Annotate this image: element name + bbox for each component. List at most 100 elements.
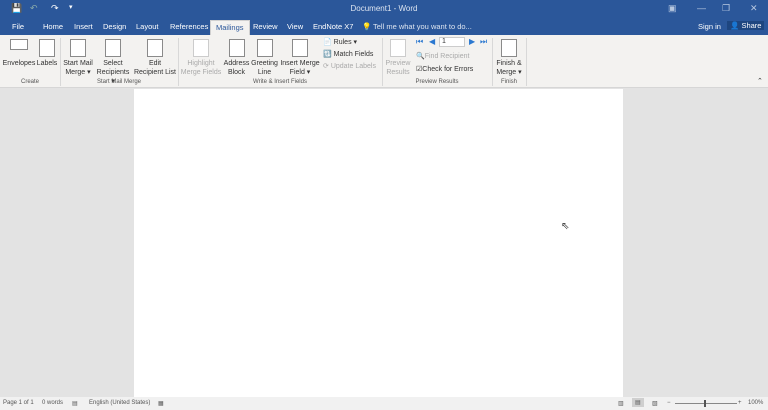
person-icon: 👤 bbox=[730, 21, 740, 30]
labels-icon bbox=[39, 39, 55, 57]
merge-field-icon bbox=[292, 39, 308, 57]
ribbon-display-icon[interactable]: ▣ bbox=[668, 3, 677, 14]
start-mail-merge-button[interactable]: Start Mail Merge ▾ bbox=[62, 39, 94, 77]
window-title: Document1 - Word bbox=[350, 4, 418, 13]
label: Merge ▾ bbox=[496, 69, 522, 76]
finish-merge-button[interactable]: Finish & Merge ▾ bbox=[494, 39, 524, 77]
language[interactable]: English (United States) bbox=[89, 400, 150, 406]
envelope-icon bbox=[10, 39, 28, 50]
highlight-merge-fields-button[interactable]: Highlight Merge Fields bbox=[180, 39, 222, 77]
tab-review[interactable]: Review bbox=[253, 22, 278, 31]
ribbon: Envelopes Labels Create Start Mail Merge … bbox=[0, 35, 768, 88]
last-record-icon[interactable]: ⏭ bbox=[480, 37, 487, 47]
zoom-slider[interactable] bbox=[675, 400, 737, 407]
match-fields-button[interactable]: 🔃 Match Fields bbox=[323, 50, 373, 58]
tab-mailings[interactable]: Mailings bbox=[210, 20, 250, 35]
collapse-ribbon-icon[interactable]: ⌃ bbox=[757, 77, 763, 85]
insert-merge-field-button[interactable]: Insert Merge Field ▾ bbox=[279, 39, 321, 77]
rules-button[interactable]: 📄 Rules ▾ bbox=[323, 38, 357, 46]
labels-button[interactable]: Labels bbox=[36, 39, 58, 68]
edit-recipient-list-button[interactable]: Edit Recipient List bbox=[133, 39, 177, 77]
tell-me-input[interactable]: Tell me what you want to do... bbox=[373, 22, 472, 31]
status-bar: Page 1 of 1 0 words ▤ English (United St… bbox=[0, 397, 768, 410]
label: Address bbox=[223, 60, 250, 67]
label: Match Fields bbox=[333, 51, 374, 58]
label: Highlight bbox=[187, 60, 215, 67]
label: Field ▾ bbox=[289, 69, 311, 76]
previous-record-icon[interactable]: ◀ bbox=[429, 37, 435, 46]
address-block-button[interactable]: Address Block bbox=[223, 39, 250, 77]
zoom-slider-thumb[interactable] bbox=[704, 400, 706, 407]
read-mode-icon[interactable]: ▥ bbox=[618, 400, 624, 407]
envelopes-label: Envelopes bbox=[2, 60, 36, 67]
page-count[interactable]: Page 1 of 1 bbox=[3, 400, 34, 406]
highlight-icon bbox=[193, 39, 209, 57]
tab-home[interactable]: Home bbox=[43, 22, 63, 31]
tab-endnote[interactable]: EndNote X7 bbox=[313, 22, 353, 31]
tab-file[interactable]: File bbox=[12, 22, 24, 31]
finish-icon bbox=[501, 39, 517, 57]
first-record-icon[interactable]: ⏮ bbox=[416, 37, 423, 47]
tab-insert[interactable]: Insert bbox=[74, 22, 93, 31]
lightbulb-icon: 💡 bbox=[362, 22, 372, 31]
label: Results bbox=[386, 69, 410, 76]
tab-references[interactable]: References bbox=[170, 22, 208, 31]
label: Find Recipient bbox=[424, 53, 470, 60]
group-start-label: Start Mail Merge bbox=[96, 79, 141, 85]
group-create-label: Create bbox=[20, 79, 39, 85]
preview-icon bbox=[390, 39, 406, 57]
zoom-level[interactable]: 100% bbox=[748, 400, 763, 406]
greeting-icon bbox=[256, 39, 273, 57]
proofing-icon[interactable]: ▤ bbox=[72, 400, 78, 407]
label: Update Labels bbox=[330, 63, 376, 70]
preview-results-button[interactable]: Preview Results bbox=[384, 39, 412, 77]
label: Check for Errors bbox=[422, 66, 474, 73]
web-layout-icon[interactable]: ▧ bbox=[652, 400, 658, 407]
group-finish-label: Finish bbox=[500, 79, 517, 85]
label: Recipient List bbox=[133, 69, 177, 76]
share-label: Share bbox=[741, 21, 762, 30]
label: Greeting bbox=[251, 60, 278, 67]
sign-in-link[interactable]: Sign in bbox=[698, 22, 721, 31]
zoom-in-button[interactable]: + bbox=[738, 400, 742, 406]
label: Block bbox=[227, 69, 246, 76]
check-errors-button[interactable]: ☑Check for Errors bbox=[416, 65, 473, 73]
label: Insert Merge bbox=[280, 60, 320, 67]
tab-design[interactable]: Design bbox=[103, 22, 126, 31]
label: Select bbox=[103, 60, 123, 67]
label: Rules ▾ bbox=[333, 39, 358, 46]
word-count[interactable]: 0 words bbox=[42, 400, 63, 406]
divider bbox=[526, 38, 527, 86]
ribbon-tabs: File Home Insert Design Layout Reference… bbox=[0, 18, 768, 35]
group-preview-label: Preview Results bbox=[415, 79, 459, 85]
mouse-cursor-icon: ⇖ bbox=[561, 221, 570, 232]
macro-icon[interactable]: ▦ bbox=[158, 400, 164, 407]
label: Merge ▾ bbox=[65, 69, 91, 76]
label: Preview bbox=[385, 60, 411, 67]
recipients-icon bbox=[105, 39, 121, 57]
record-input[interactable]: 1 bbox=[439, 37, 465, 47]
tab-view[interactable]: View bbox=[287, 22, 303, 31]
document-page[interactable] bbox=[134, 89, 623, 397]
share-button[interactable]: 👤 Share bbox=[727, 21, 765, 30]
envelopes-button[interactable]: Envelopes bbox=[2, 39, 36, 68]
find-recipient-button[interactable]: 🔍Find Recipient bbox=[416, 52, 469, 60]
greeting-line-button[interactable]: Greeting Line bbox=[250, 39, 279, 77]
edit-list-icon bbox=[147, 39, 163, 57]
minimize-icon[interactable]: — bbox=[697, 3, 706, 13]
label: Finish & bbox=[496, 60, 522, 67]
zoom-out-button[interactable]: − bbox=[667, 400, 671, 406]
close-icon[interactable]: ✕ bbox=[750, 3, 758, 14]
next-record-icon[interactable]: ▶ bbox=[469, 37, 475, 46]
label: Merge Fields bbox=[180, 69, 222, 76]
print-layout-icon[interactable]: ▤ bbox=[632, 398, 644, 407]
document-icon bbox=[70, 39, 86, 57]
tab-layout[interactable]: Layout bbox=[136, 22, 159, 31]
labels-label: Labels bbox=[36, 60, 58, 67]
update-labels-button[interactable]: ⟳ Update Labels bbox=[323, 62, 376, 70]
restore-icon[interactable]: ❐ bbox=[722, 3, 730, 14]
label: Start Mail bbox=[63, 60, 93, 67]
title-bar: 💾 ↶ ↷ ▾ Document1 - Word ▣ — ❐ ✕ bbox=[0, 0, 768, 18]
label: Edit bbox=[148, 60, 162, 67]
address-icon bbox=[228, 39, 245, 57]
